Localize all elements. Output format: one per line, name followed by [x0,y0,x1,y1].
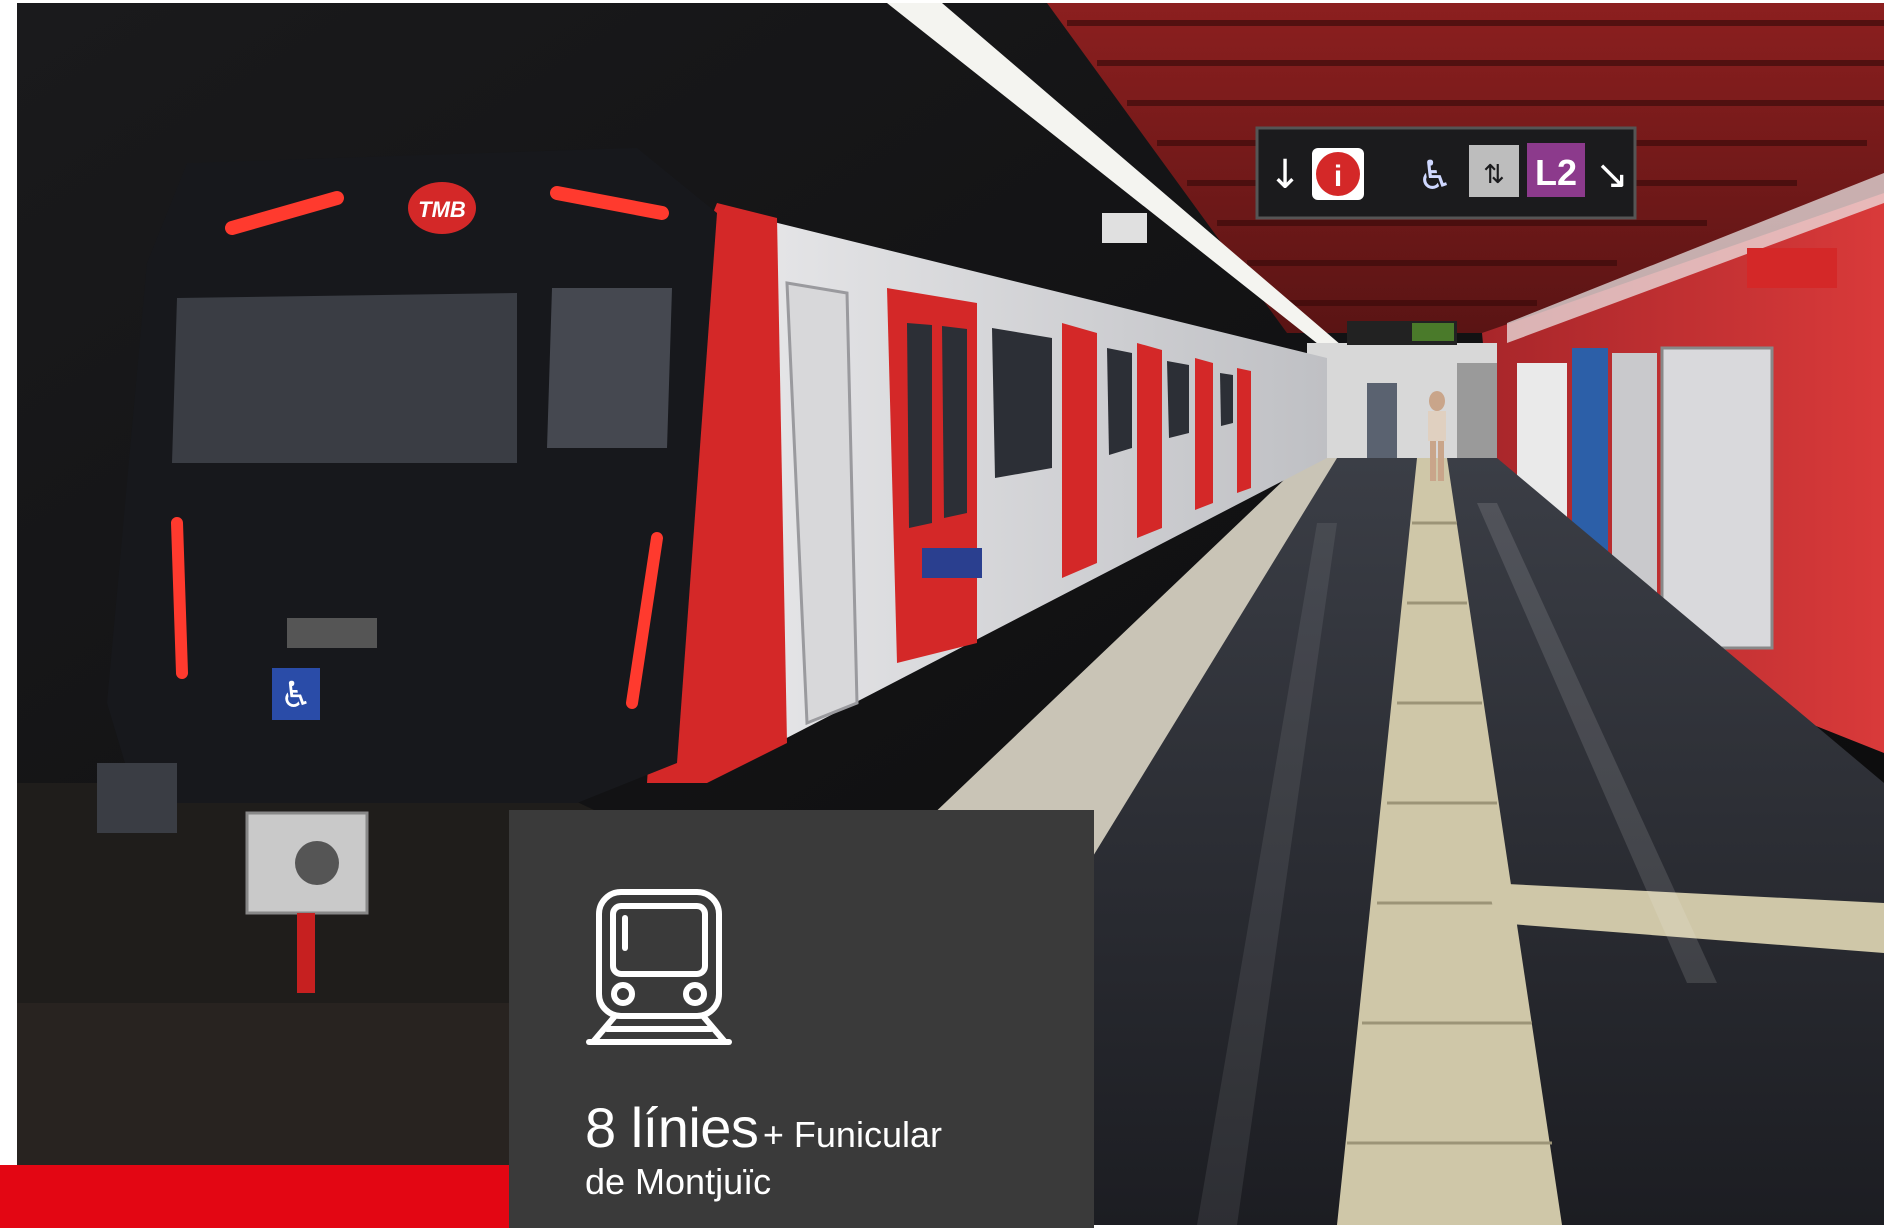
down-arrow-icon: ↓ [1268,152,1302,198]
lines-count: 8 línies [585,1096,759,1159]
elevator-icon: ⇅ [1483,160,1505,190]
metro-info-card: 8 línies + Funicular de Montjuïc [509,810,1094,1228]
lines-suffix: + Funicular [762,1114,942,1155]
train-icon [586,889,732,1045]
accent-strip [0,1165,509,1228]
wheelchair-icon: ♿ [1417,153,1453,199]
line-badge: L2 [1535,152,1577,193]
lines-suffix-line2: de Montjuïc [585,1161,772,1202]
train-wheelchair-icon: ♿ [280,675,312,716]
page: TMB ♿ ↓ i ♿ ⇅ L2 ↘ 8 línies + Funicular … [0,0,1893,1228]
info-icon: i [1334,160,1342,193]
tmb-logo: TMB [418,197,466,222]
lines-caption: 8 línies + Funicular de Montjuïc [585,1100,942,1200]
diagonal-arrow-icon: ↘ [1595,152,1629,198]
